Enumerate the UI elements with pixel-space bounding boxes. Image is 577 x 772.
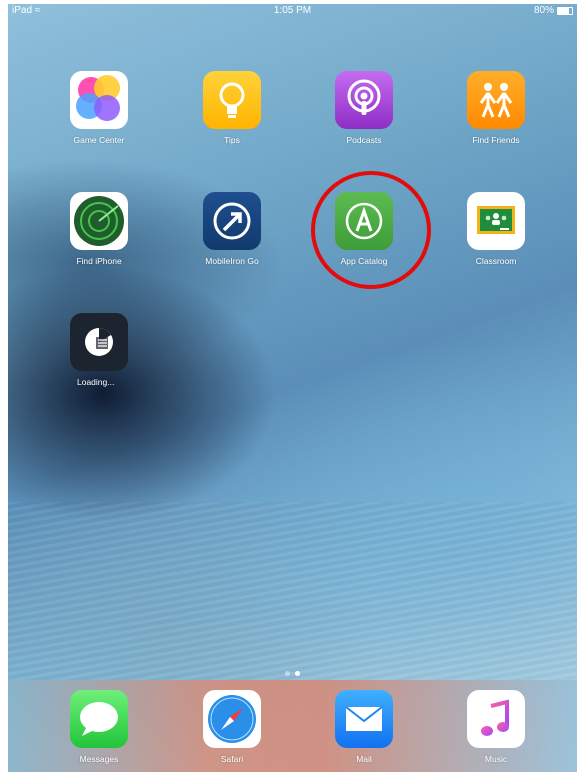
- lightbulb-icon: [203, 71, 261, 129]
- dock-app-mail[interactable]: Mail: [314, 690, 414, 764]
- arrow-circle-icon: [203, 192, 261, 250]
- app-find-friends[interactable]: Find Friends: [446, 71, 546, 145]
- classroom-board-icon: [467, 192, 525, 250]
- app-podcasts[interactable]: Podcasts: [314, 71, 414, 145]
- app-mobileiron-go[interactable]: MobileIron Go: [182, 192, 282, 266]
- app-label: Music: [484, 754, 508, 764]
- app-label: Find Friends: [472, 135, 520, 145]
- app-game-center[interactable]: Game Center: [49, 71, 149, 145]
- app-classroom[interactable]: Classroom: [446, 192, 546, 266]
- people-icon: [467, 71, 525, 129]
- app-label: Tips: [224, 135, 240, 145]
- app-label: Find iPhone: [76, 256, 122, 266]
- compass-icon: [203, 690, 261, 748]
- app-label: Classroom: [475, 256, 517, 266]
- status-battery: 80%: [534, 5, 573, 16]
- status-time: 1:05 PM: [273, 5, 312, 16]
- game-center-icon: [70, 71, 128, 129]
- app-label: Loading...: [77, 377, 115, 387]
- app-find-iphone[interactable]: Find iPhone: [49, 192, 149, 266]
- status-bar: iPad ≈ 1:05 PM 80%: [8, 4, 577, 18]
- envelope-icon: [335, 690, 393, 748]
- highlight-circle: [311, 171, 431, 289]
- app-loading[interactable]: Loading...: [49, 313, 149, 387]
- app-tips[interactable]: Tips: [182, 71, 282, 145]
- podcast-icon: [335, 71, 393, 129]
- dock-app-messages[interactable]: Messages: [49, 690, 149, 764]
- speech-bubble-icon: [70, 690, 128, 748]
- dock-app-safari[interactable]: Safari: [182, 690, 282, 764]
- wallpaper-texture: [8, 502, 577, 682]
- battery-icon: [557, 6, 573, 15]
- page-dot[interactable]: [285, 671, 290, 676]
- app-label: MobileIron Go: [205, 256, 259, 266]
- loading-pie-icon: [70, 313, 128, 371]
- app-label: Messages: [79, 754, 119, 764]
- radar-icon: [70, 192, 128, 250]
- dock-app-music[interactable]: Music: [446, 690, 546, 764]
- dock: Messages Safari Mail Music: [8, 680, 577, 772]
- app-label: Mail: [356, 754, 372, 764]
- page-indicator[interactable]: [8, 671, 577, 676]
- app-label: Podcasts: [346, 135, 382, 145]
- app-label: Game Center: [73, 135, 125, 145]
- ipad-home-screen: iPad ≈ 1:05 PM 80% Game Center Tips Podc…: [8, 4, 577, 772]
- music-note-icon: [467, 690, 525, 748]
- app-label: Safari: [220, 754, 244, 764]
- page-dot-current[interactable]: [295, 671, 300, 676]
